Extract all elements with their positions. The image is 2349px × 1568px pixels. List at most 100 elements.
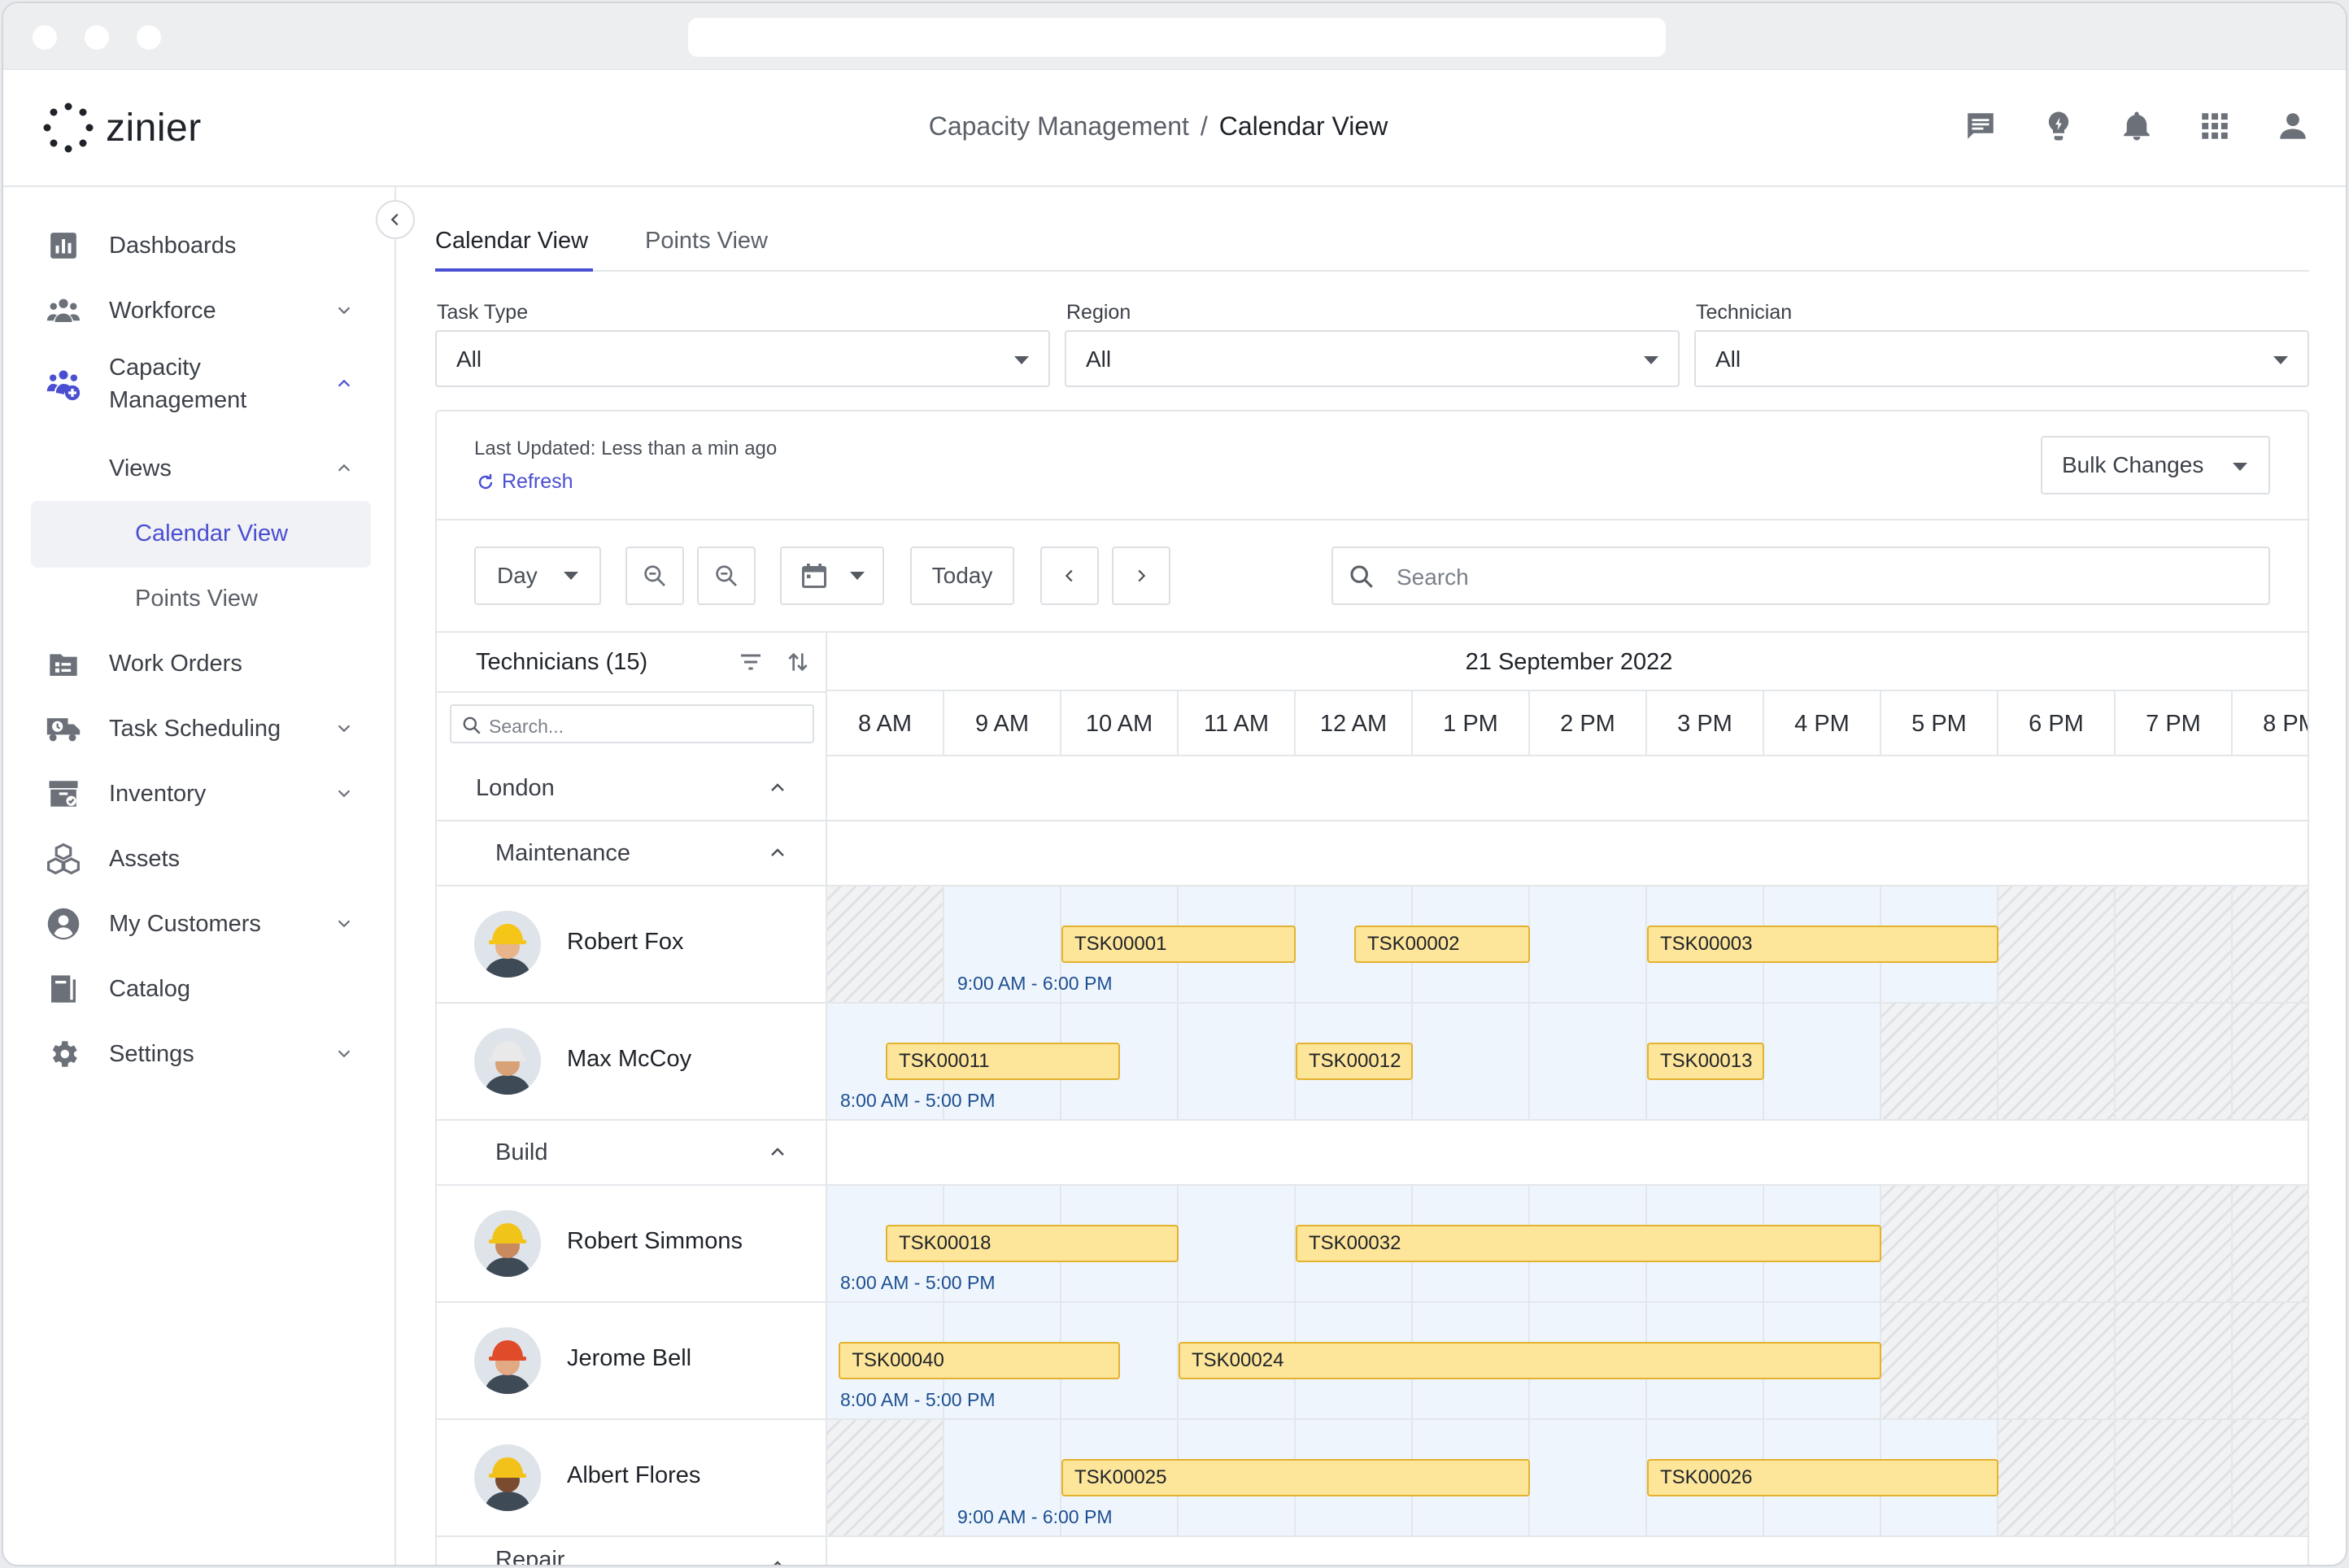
chevron-down-icon[interactable]	[332, 716, 356, 741]
chevron-up-icon[interactable]	[332, 372, 356, 396]
divider	[437, 519, 2308, 520]
sidebar-item-capacity-management[interactable]: Capacity Management	[3, 350, 396, 418]
sidebar-item-my-customers[interactable]: My Customers	[3, 899, 396, 948]
sidebar-item-label: Dashboards	[109, 232, 237, 259]
region-label: Region	[1066, 301, 1131, 324]
technician-row: Jerome Bell TSK00040 TSK00024 8:00 AM - 5:0…	[437, 1303, 2308, 1420]
sidebar-collapse-button[interactable]	[376, 200, 415, 239]
task-block[interactable]: TSK00040	[839, 1342, 1120, 1379]
sidebar-item-workforce[interactable]: Workforce	[3, 286, 396, 335]
task-block[interactable]: TSK00012	[1296, 1043, 1413, 1080]
technician-select[interactable]: All	[1694, 330, 2309, 387]
address-bar[interactable]	[688, 18, 1666, 57]
apps-grid-icon[interactable]	[2196, 107, 2234, 145]
next-day-button[interactable]	[1112, 547, 1170, 605]
bell-icon[interactable]	[2118, 107, 2155, 145]
hour-label: 8 AM	[827, 691, 944, 755]
sidebar-item-task-scheduling[interactable]: Task Scheduling	[3, 704, 396, 753]
date-picker-button[interactable]	[780, 547, 884, 605]
sort-icon[interactable]	[785, 649, 811, 675]
filter-icon[interactable]	[738, 649, 764, 675]
window-close-dot[interactable]	[33, 25, 57, 50]
technician-cell[interactable]: Jerome Bell	[437, 1303, 827, 1418]
chevron-up-icon[interactable]	[765, 1553, 790, 1565]
chevron-up-icon[interactable]	[332, 456, 356, 481]
header-actions	[1962, 107, 2312, 145]
lightbulb-icon[interactable]	[2040, 107, 2077, 145]
caret-down-icon	[2233, 463, 2247, 471]
view-mode-value: Day	[497, 563, 538, 588]
window-minimize-dot[interactable]	[85, 25, 109, 50]
sidebar-item-settings[interactable]: Settings	[3, 1030, 396, 1078]
chevron-up-icon[interactable]	[765, 1140, 790, 1165]
task-block[interactable]: TSK00025	[1061, 1459, 1530, 1496]
technician-cell[interactable]: Robert Fox	[437, 886, 827, 1002]
zinier-logo[interactable]: zinier	[42, 99, 202, 156]
chevron-up-icon[interactable]	[765, 776, 790, 800]
breadcrumb-parent[interactable]: Capacity Management	[929, 111, 1189, 141]
chevron-left-icon	[390, 213, 399, 226]
zoom-out-icon	[644, 565, 665, 586]
sidebar-item-label: Inventory	[109, 780, 207, 807]
bulk-changes-label: Bulk Changes	[2062, 452, 2204, 477]
sidebar-item-views[interactable]: Views	[3, 444, 396, 493]
caret-down-icon	[564, 572, 578, 580]
task-block[interactable]: TSK00011	[886, 1043, 1120, 1080]
sidebar-item-inventory[interactable]: Inventory	[3, 769, 396, 818]
task-block[interactable]: TSK00018	[886, 1225, 1179, 1262]
user-icon[interactable]	[2274, 107, 2312, 145]
task-block[interactable]: TSK00024	[1179, 1342, 1881, 1379]
zoom-in-button[interactable]	[697, 547, 756, 605]
group-row-maintenance: Maintenance	[437, 821, 2308, 886]
chat-icon[interactable]	[1962, 107, 1999, 145]
chevron-down-icon[interactable]	[332, 782, 356, 806]
technician-cell[interactable]: Robert Simmons	[437, 1186, 827, 1301]
today-button[interactable]: Today	[910, 547, 1014, 605]
search-icon	[463, 716, 481, 734]
browser-chrome	[3, 3, 2346, 70]
view-mode-dropdown[interactable]: Day	[474, 547, 601, 605]
technician-cell[interactable]: Max McCoy	[437, 1004, 827, 1119]
hour-label: 8 PM	[2233, 691, 2308, 755]
hour-gridline	[2114, 886, 2116, 1002]
region-select[interactable]: All	[1065, 330, 1680, 387]
task-block[interactable]: TSK00002	[1354, 926, 1530, 963]
chevron-down-icon[interactable]	[332, 1042, 356, 1066]
calendar-search[interactable]: Search	[1331, 547, 2270, 605]
sidebar-item-label: Views	[109, 455, 172, 481]
task-block[interactable]: TSK00001	[1061, 926, 1296, 963]
task-block[interactable]: TSK00013	[1647, 1043, 1764, 1080]
previous-day-button[interactable]	[1040, 547, 1099, 605]
chevron-up-icon[interactable]	[765, 841, 790, 865]
task-type-select[interactable]: All	[435, 330, 1050, 387]
sidebar-item-points-view[interactable]: Points View	[3, 574, 396, 623]
task-block[interactable]: TSK00003	[1647, 926, 1998, 963]
chevron-down-icon[interactable]	[332, 912, 356, 936]
sidebar-item-label: Task Scheduling	[109, 715, 281, 742]
group-cell: Maintenance	[437, 821, 827, 885]
task-block[interactable]: TSK00026	[1647, 1459, 1998, 1496]
sidebar-item-catalog[interactable]: Catalog	[3, 965, 396, 1013]
caret-down-icon	[2273, 356, 2288, 364]
inventory-box-icon	[46, 776, 81, 812]
technicians-header: Technicians (15) Search...	[437, 633, 827, 756]
calendar-grid: Technicians (15) Search... 21 September …	[437, 633, 2308, 1565]
technician-search-input[interactable]: Search...	[450, 704, 814, 743]
tab-points-view[interactable]: Points View	[645, 220, 791, 272]
window-maximize-dot[interactable]	[137, 25, 161, 50]
hour-label: 11 AM	[1179, 691, 1296, 755]
sidebar-item-work-orders[interactable]: Work Orders	[3, 639, 396, 688]
bar-chart-icon	[46, 228, 81, 264]
task-block[interactable]: TSK00032	[1296, 1225, 1881, 1262]
caret-down-icon	[850, 572, 865, 580]
refresh-link[interactable]: Refresh	[476, 470, 573, 494]
hour-gridline	[2231, 1004, 2233, 1119]
zoom-out-button[interactable]	[625, 547, 684, 605]
sidebar-item-calendar-view[interactable]: Calendar View	[3, 509, 396, 558]
tab-calendar-view[interactable]: Calendar View	[435, 220, 593, 272]
bulk-changes-dropdown[interactable]: Bulk Changes	[2041, 436, 2270, 494]
sidebar-item-assets[interactable]: Assets	[3, 834, 396, 883]
technician-cell[interactable]: Albert Flores	[437, 1420, 827, 1535]
sidebar-item-dashboards[interactable]: Dashboards	[3, 221, 396, 270]
chevron-down-icon[interactable]	[332, 298, 356, 323]
